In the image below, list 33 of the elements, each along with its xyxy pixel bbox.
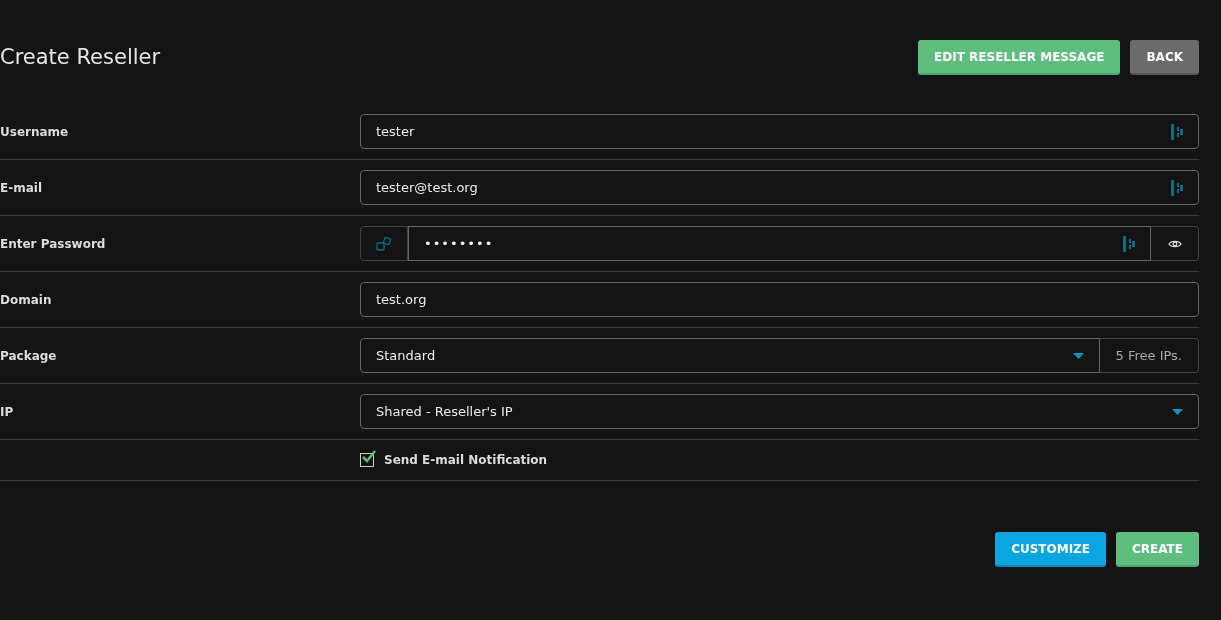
- caret-icon: [1172, 408, 1183, 415]
- input-value: tester@test.org: [376, 178, 479, 197]
- input-value: tester: [376, 122, 416, 141]
- select-field[interactable]: Shared - Reseller's IP: [360, 394, 1199, 429]
- input-field[interactable]: test.org: [360, 282, 1199, 317]
- password-manager-icon[interactable]: [1123, 235, 1135, 252]
- show-password-button[interactable]: [1151, 226, 1199, 261]
- select-field[interactable]: Standard: [360, 338, 1100, 373]
- checkmark-icon: [361, 450, 377, 464]
- checkbox[interactable]: [360, 453, 374, 467]
- input-field[interactable]: tester@test.org: [360, 170, 1199, 205]
- select-value: Standard: [376, 346, 437, 365]
- field-label: IP: [0, 403, 15, 421]
- field-label: Package: [0, 347, 58, 365]
- input-value: test.org: [376, 290, 428, 309]
- back-button[interactable]: BACK: [1130, 40, 1199, 75]
- field-label: E-mail: [0, 179, 43, 197]
- password-manager-icon[interactable]: [1171, 179, 1183, 196]
- page-title: Create Reseller: [0, 43, 161, 71]
- password-manager-icon[interactable]: [1171, 123, 1183, 140]
- field-label: Domain: [0, 291, 53, 309]
- field-label: Enter Password: [0, 235, 107, 253]
- select-value: Shared - Reseller's IP: [376, 402, 514, 421]
- dice-icon: [376, 236, 392, 251]
- free-ips-addon: 5 Free IPs.: [1099, 338, 1199, 373]
- generate-password-button[interactable]: [360, 226, 408, 261]
- field-label: Username: [0, 123, 70, 141]
- password-field[interactable]: ••••••••: [408, 226, 1151, 261]
- password-value: ••••••••: [424, 234, 495, 253]
- caret-icon: [1072, 352, 1084, 359]
- notification-checkbox[interactable]: Send E-mail Notification: [360, 451, 548, 469]
- eye-icon: [1167, 238, 1182, 249]
- input-field[interactable]: tester: [360, 114, 1199, 149]
